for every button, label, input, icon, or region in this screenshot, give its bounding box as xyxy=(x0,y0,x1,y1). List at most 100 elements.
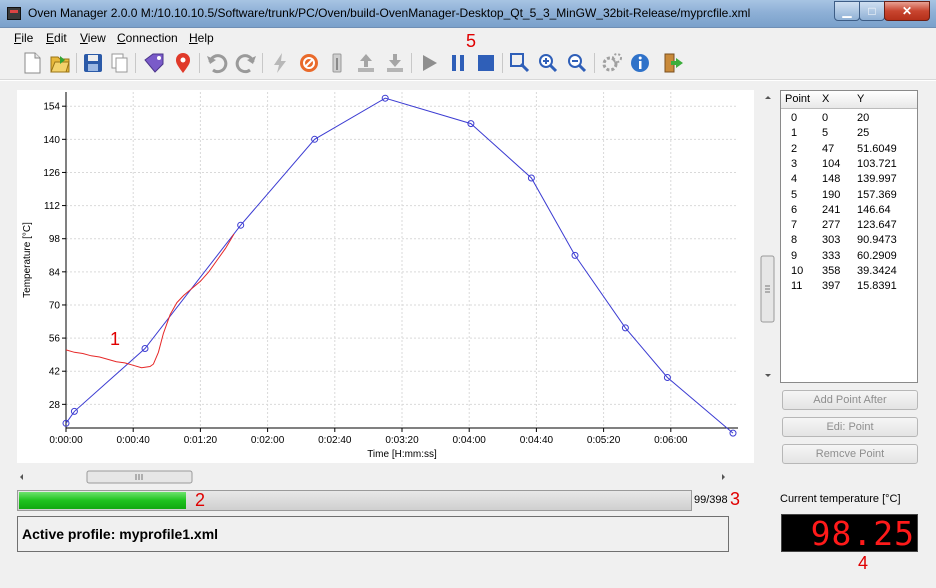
x-tick-label: 0:03:20 xyxy=(385,435,419,446)
table-cell: 333 xyxy=(822,249,841,262)
app-icon xyxy=(7,7,21,20)
y-tick-label: 28 xyxy=(49,400,61,411)
menu-view[interactable]: View xyxy=(80,31,106,45)
scroll-down-arrow-icon[interactable] xyxy=(765,374,771,377)
progress-fill xyxy=(19,492,187,509)
table-cell: 4 xyxy=(791,173,798,186)
upload-icon[interactable] xyxy=(354,51,378,75)
x-tick-label: 0:02:40 xyxy=(318,435,352,446)
settings-icon[interactable] xyxy=(600,51,624,75)
column-header-x[interactable]: X xyxy=(822,93,829,105)
add-point-after-button[interactable]: Add Point After xyxy=(782,390,918,410)
scroll-right-arrow-icon[interactable] xyxy=(722,474,725,480)
temperature-chart[interactable]: 28 42 56 70 84 98 112 126 140 154 0:00:00 0:00:40 0:… xyxy=(17,90,754,463)
toolbar-separator xyxy=(76,53,77,73)
location-pin-icon[interactable] xyxy=(171,51,195,75)
chart-svg: 28 42 56 70 84 98 112 126 140 154 0:00:00 0:00:40 0:… xyxy=(22,92,738,460)
table-cell: 51.6049 xyxy=(857,142,897,155)
remove-point-button[interactable]: Remcve Point xyxy=(782,444,918,464)
table-cell: 123.647 xyxy=(857,219,897,232)
y-tick-label: 126 xyxy=(43,168,60,179)
toolbar-separator xyxy=(502,53,503,73)
y-tick-label: 112 xyxy=(44,201,60,212)
scroll-left-arrow-icon[interactable] xyxy=(20,474,23,480)
maximize-button[interactable]: □ xyxy=(859,1,885,21)
progress-bar xyxy=(17,490,692,511)
table-cell: 10 xyxy=(791,265,804,277)
y-tick-label: 140 xyxy=(43,135,60,146)
x-tick-label: 0:00:40 xyxy=(117,435,151,446)
column-header-point[interactable]: Point xyxy=(785,93,810,105)
open-folder-icon[interactable] xyxy=(48,51,72,75)
table-cell: 241 xyxy=(822,203,841,216)
copy-icon[interactable] xyxy=(108,51,132,75)
menu-connection[interactable]: Connection xyxy=(117,31,178,45)
table-cell: 146.64 xyxy=(857,203,891,216)
new-file-icon[interactable] xyxy=(20,51,44,75)
edit-point-button[interactable]: Edi: Point xyxy=(782,417,918,437)
zoom-out-icon[interactable] xyxy=(565,51,589,75)
scroll-up-arrow-icon[interactable] xyxy=(765,96,771,99)
table-cell: 6 xyxy=(791,203,798,216)
x-tick-label: 0:04:00 xyxy=(453,435,487,446)
thermometer-icon[interactable] xyxy=(325,51,349,75)
table-cell: 397 xyxy=(822,280,841,293)
undo-icon[interactable] xyxy=(205,51,229,75)
zoom-in-icon[interactable] xyxy=(536,51,560,75)
menu-help[interactable]: Help xyxy=(189,31,214,45)
title-bar[interactable]: Oven Manager 2.0.0 M:/10.10.10.5/Softwar… xyxy=(0,0,936,28)
y-tick-label: 42 xyxy=(49,367,61,378)
table-cell: 5 xyxy=(791,188,798,201)
table-cell: 20 xyxy=(857,112,870,124)
x-tick-label: 0:05:20 xyxy=(587,435,621,446)
points-vertical-scrollbar[interactable] xyxy=(760,90,776,383)
lightning-icon[interactable] xyxy=(268,51,292,75)
chart-horizontal-scrollbar[interactable] xyxy=(17,469,730,485)
table-cell: 8 xyxy=(791,234,798,247)
stop-icon[interactable] xyxy=(474,51,498,75)
table-cell: 60.2909 xyxy=(857,249,897,262)
play-icon[interactable] xyxy=(417,51,441,75)
table-cell: 103.721 xyxy=(857,157,897,170)
info-icon[interactable] xyxy=(628,51,652,75)
save-icon[interactable] xyxy=(81,51,105,75)
active-profile-text: Active profile: myprofile1.xml xyxy=(22,526,219,542)
x-tick-label: 0:04:40 xyxy=(520,435,554,446)
table-cell: 190 xyxy=(822,188,841,201)
download-icon[interactable] xyxy=(383,51,407,75)
table-cell: 104 xyxy=(822,157,841,170)
toolbar-separator xyxy=(199,53,200,73)
x-tick-label: 0:02:00 xyxy=(251,435,285,446)
x-axis-label: Time [H:mm:ss] xyxy=(367,449,437,460)
table-cell: 39.3424 xyxy=(857,265,897,277)
table-cell: 148 xyxy=(822,173,841,186)
table-cell: 358 xyxy=(822,265,841,277)
table-cell: 5 xyxy=(822,127,829,140)
table-cell: 90.9473 xyxy=(857,234,897,247)
table-cell: 9 xyxy=(791,249,798,262)
table-cell: 0 xyxy=(791,112,798,124)
x-tick-label: 0:06:00 xyxy=(654,435,688,446)
stop-sign-icon[interactable] xyxy=(297,51,321,75)
tag-icon[interactable] xyxy=(142,51,166,75)
table-cell: 7 xyxy=(791,219,798,232)
table-cell: 1 xyxy=(791,127,798,140)
table-cell: 139.997 xyxy=(857,173,897,186)
redo-icon[interactable] xyxy=(234,51,258,75)
exit-icon[interactable] xyxy=(661,51,685,75)
current-temperature-display: 98.25 xyxy=(781,514,918,553)
window-title: Oven Manager 2.0.0 M:/10.10.10.5/Softwar… xyxy=(28,6,751,20)
table-cell: 15.8391 xyxy=(857,280,897,293)
y-tick-label: 56 xyxy=(49,334,61,345)
menu-file[interactable]: File xyxy=(14,31,33,45)
column-header-y[interactable]: Y xyxy=(857,93,864,105)
toolbar-separator xyxy=(262,53,263,73)
table-cell: 2 xyxy=(791,142,798,155)
zoom-fit-icon[interactable] xyxy=(508,51,532,75)
active-profile-box: Active profile: myprofile1.xml xyxy=(17,516,729,552)
close-button[interactable]: ✕ xyxy=(884,1,930,21)
minimize-button[interactable]: ▁ xyxy=(834,1,860,21)
points-table[interactable]: Point X Y 0 0 20 1 5 25 2 47 51.6049 3 104 103.721 4… xyxy=(780,90,918,383)
menu-edit[interactable]: Edit xyxy=(46,31,67,45)
pause-icon[interactable] xyxy=(446,51,470,75)
